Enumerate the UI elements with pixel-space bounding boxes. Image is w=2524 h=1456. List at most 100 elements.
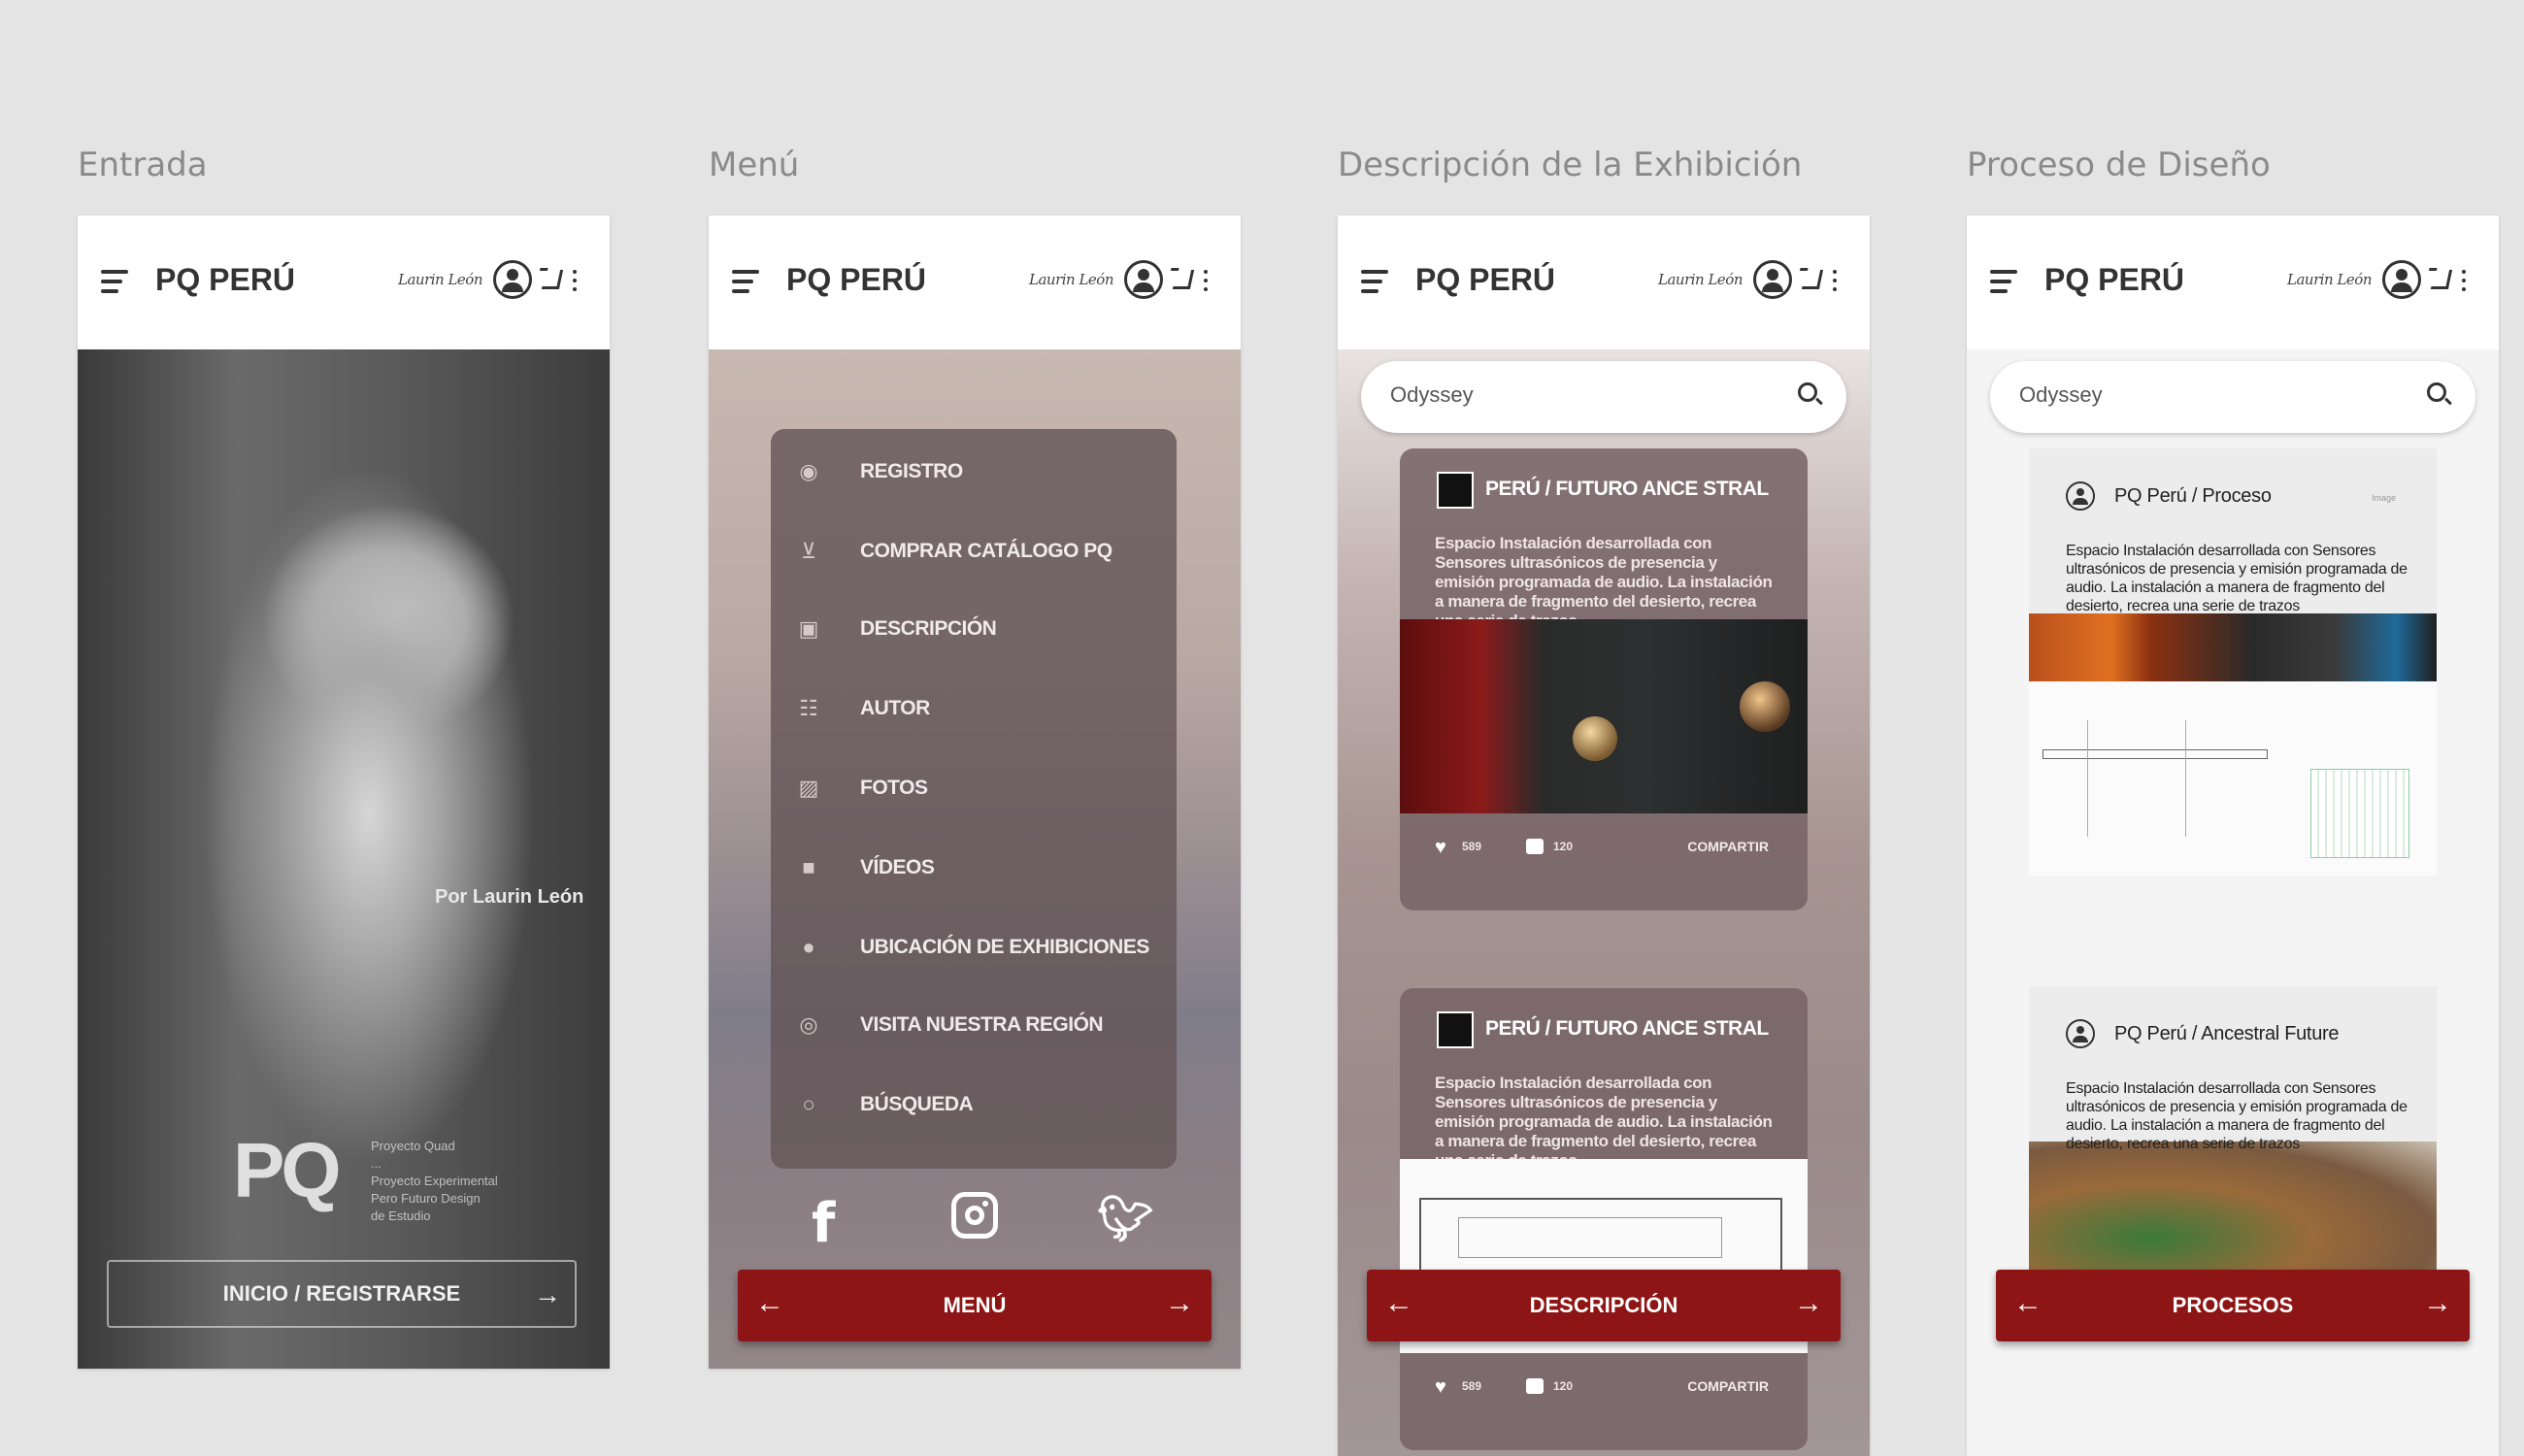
post-text: Espacio Instalación desarrollada con Sen… <box>2066 543 2408 614</box>
signature-logo: Laurin León <box>1658 271 1744 288</box>
like-count: 589 <box>1462 1379 1482 1393</box>
signature-logo: Laurin León <box>398 271 483 288</box>
technical-drawing[interactable] <box>2029 681 2437 876</box>
arrow-right-icon[interactable]: → <box>1165 1287 1194 1320</box>
more-vert-icon[interactable] <box>573 270 578 296</box>
photo-strip[interactable] <box>2029 613 2437 681</box>
hamburger-menu-icon[interactable] <box>732 270 759 293</box>
account-icon <box>2066 1019 2095 1048</box>
twitter-icon[interactable]: 🐦︎ <box>1097 1192 1153 1245</box>
arrow-right-icon[interactable]: → <box>2423 1287 2452 1320</box>
hero-image: Por Laurin León PQ Proyecto Quad ... Pro… <box>78 349 610 1369</box>
search-icon[interactable] <box>1798 382 1817 402</box>
drawing-lines <box>2087 720 2186 837</box>
more-vert-icon[interactable] <box>1204 270 1209 296</box>
heart-icon[interactable]: ♥ <box>1435 1376 1446 1399</box>
arrow-left-icon[interactable]: ← <box>1384 1287 1413 1320</box>
signature-logo: Laurin León <box>1029 271 1114 288</box>
search-icon[interactable] <box>2427 382 2446 402</box>
facebook-icon[interactable]: f <box>812 1192 835 1255</box>
menu-item-label: AUTOR <box>860 697 930 719</box>
account-icon[interactable] <box>493 260 532 299</box>
arrow-right-icon[interactable]: → <box>1794 1287 1823 1320</box>
board-title: Menú <box>709 146 800 184</box>
social-links: f 🐦︎ <box>709 1192 1241 1260</box>
menu-nav-bar[interactable]: ← MENÚ → <box>738 1270 1212 1341</box>
app-bar: PQ PERÚ Laurin León <box>1338 215 1870 349</box>
post-image[interactable] <box>1400 619 1808 813</box>
arrow-left-icon[interactable]: ← <box>755 1287 784 1320</box>
app-title: PQ PERÚ <box>786 262 927 297</box>
cart-icon[interactable] <box>541 270 564 289</box>
like-count: 589 <box>1462 840 1482 853</box>
account-icon[interactable] <box>1124 260 1163 299</box>
comment-count: 120 <box>1553 840 1574 853</box>
menu-item-label: FOTOS <box>860 777 928 799</box>
photo-icon: ▨ <box>798 776 819 800</box>
more-vert-icon[interactable] <box>2462 270 2467 296</box>
heart-icon[interactable]: ♥ <box>1435 837 1446 859</box>
descripcion-nav-bar[interactable]: ← DESCRIPCIÓN → <box>1367 1270 1841 1341</box>
post-card[interactable]: PERÚ / FUTURO ANCE STRAL Espacio Instala… <box>1400 448 1808 910</box>
menu-item-ubicacion[interactable]: ● UBICACIÓN DE EXHIBICIONES <box>771 918 1177 976</box>
post-text: Espacio Instalación desarrollada con Sen… <box>1435 1074 1773 1170</box>
comment-count: 120 <box>1553 1379 1574 1393</box>
cart-icon[interactable] <box>2430 270 2453 289</box>
post-title: PERÚ / FUTURO ANCE STRAL <box>1485 478 1769 500</box>
menu-item-registro[interactable]: ◉ REGISTRO <box>771 443 1177 501</box>
menu-item-comprar[interactable]: ⊻ COMPRAR CATÁLOGO PQ <box>771 522 1177 580</box>
menu-item-busqueda[interactable]: ○ BÚSQUEDA <box>771 1075 1177 1134</box>
search-query: Odyssey <box>2019 382 2103 407</box>
procesos-nav-bar[interactable]: ← PROCESOS → <box>1996 1270 2470 1341</box>
search-input[interactable]: Odyssey <box>1361 361 1846 433</box>
image-orb <box>1573 716 1617 761</box>
board-title: Entrada <box>78 146 208 184</box>
cart-icon[interactable] <box>1801 270 1824 289</box>
content-area: Odyssey PERÚ / FUTURO ANCE STRAL Espacio… <box>1338 349 1870 1456</box>
hamburger-menu-icon[interactable] <box>1361 270 1388 293</box>
video-icon: ■ <box>802 855 815 879</box>
comment-icon[interactable] <box>1526 1378 1544 1394</box>
post-header: PQ Perú / Proceso Image <box>2029 448 2437 511</box>
phone-entrada: PQ PERÚ Laurin León Por Laurin León PQ P… <box>78 215 610 1369</box>
nav-bar-label: DESCRIPCIÓN <box>1529 1293 1678 1317</box>
menu-item-visita[interactable]: ◎ VISITA NUESTRA REGIÓN <box>771 996 1177 1054</box>
image-orb <box>1740 681 1790 732</box>
signature-logo: Laurin León <box>2287 271 2373 288</box>
cart-icon[interactable] <box>1172 270 1195 289</box>
post-title: PQ Perú / Proceso <box>2114 485 2272 507</box>
hamburger-menu-icon[interactable] <box>1990 270 2017 293</box>
more-vert-icon[interactable] <box>1833 270 1838 296</box>
comment-icon[interactable] <box>1526 839 1544 854</box>
post-header: PERÚ / FUTURO ANCE STRAL <box>1400 988 1808 1048</box>
post-title: PQ Perú / Ancestral Future <box>2114 1023 2340 1044</box>
login-register-button[interactable]: INICIO / REGISTRARSE → <box>107 1260 577 1328</box>
arrow-right-icon: → <box>534 1279 561 1309</box>
menu-item-descripcion[interactable]: ▣ DESCRIPCIÓN <box>771 600 1177 658</box>
app-bar: PQ PERÚ Laurin León <box>709 215 1241 349</box>
post-title: PERÚ / FUTURO ANCE STRAL <box>1485 1017 1769 1040</box>
phone-descripcion: PQ PERÚ Laurin León Odyssey PERÚ / FUTUR… <box>1338 215 1870 1456</box>
hamburger-menu-icon[interactable] <box>101 270 128 293</box>
menu-item-videos[interactable]: ■ VÍDEOS <box>771 839 1177 897</box>
phone-menu: PQ PERÚ Laurin León ◉ REGISTRO ⊻ COMPRAR… <box>709 215 1241 1369</box>
post-card[interactable]: PERÚ / FUTURO ANCE STRAL Espacio Instala… <box>1400 988 1808 1450</box>
search-input[interactable]: Odyssey <box>1990 361 2475 433</box>
share-button[interactable]: COMPARTIR <box>1687 839 1769 854</box>
menu-panel: ◉ REGISTRO ⊻ COMPRAR CATÁLOGO PQ ▣ DESCR… <box>771 429 1177 1169</box>
post-logo-icon <box>1437 472 1474 509</box>
instagram-icon[interactable] <box>951 1192 998 1239</box>
post-footer: ♥ 589 120 COMPARTIR <box>1400 1353 1808 1450</box>
location-icon: ● <box>802 935 815 959</box>
account-icon[interactable] <box>1753 260 1792 299</box>
menu-item-fotos[interactable]: ▨ FOTOS <box>771 759 1177 817</box>
account-icon[interactable] <box>2382 260 2421 299</box>
menu-item-label: DESCRIPCIÓN <box>860 617 997 640</box>
menu-item-label: VISITA NUESTRA REGIÓN <box>860 1013 1104 1036</box>
menu-item-autor[interactable]: ☷ AUTOR <box>771 679 1177 738</box>
process-card[interactable]: PQ Perú / Proceso Image Espacio Instalac… <box>2029 448 2437 876</box>
arrow-left-icon[interactable]: ← <box>2013 1287 2042 1320</box>
nav-bar-label: MENÚ <box>943 1293 1007 1317</box>
share-button[interactable]: COMPARTIR <box>1687 1378 1769 1394</box>
content-area: Odyssey PQ Perú / Proceso Image Espacio … <box>1967 349 2499 1456</box>
